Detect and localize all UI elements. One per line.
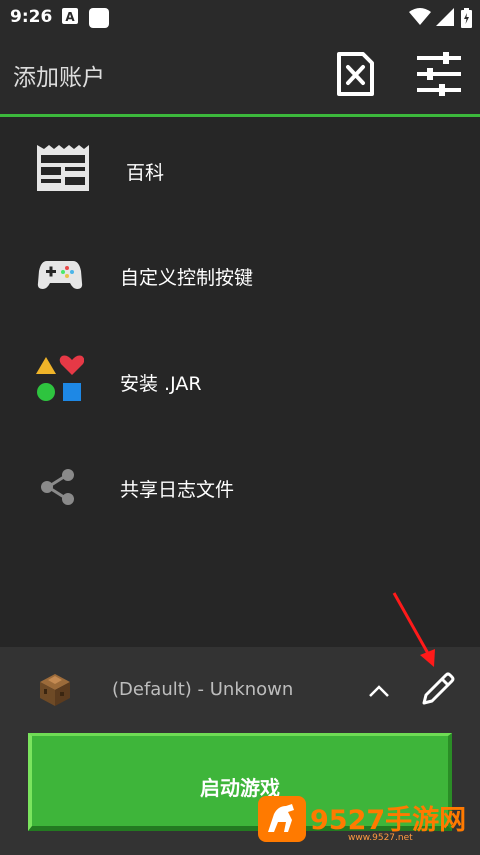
delete-file-icon[interactable] (335, 51, 375, 97)
app-bar: 添加账户 (0, 34, 480, 117)
annotation-arrow-icon (392, 592, 435, 667)
menu-item-label: 百科 (126, 162, 165, 184)
battery-icon (461, 8, 472, 28)
crafting-table-icon (40, 674, 70, 706)
launch-game-label: 启动游戏 (200, 776, 280, 800)
svg-text:A: A (65, 10, 75, 24)
signal-icon (436, 8, 454, 26)
menu-item-label: 安装 .JAR (120, 373, 202, 395)
keyboard-notification-icon: A (62, 8, 78, 24)
edit-pencil-icon[interactable] (420, 671, 456, 707)
menu-item-custom-controls[interactable]: 自定义控制按键 (0, 223, 480, 323)
share-icon (41, 469, 74, 505)
watermark-subtext: www.9527.net (348, 833, 413, 843)
menu-item-label: 共享日志文件 (120, 479, 235, 501)
shapes-icon (36, 355, 84, 401)
app-notification-icon (89, 8, 109, 28)
menu-item-wiki[interactable]: 百科 (0, 117, 480, 217)
menu-item-install-jar[interactable]: 安装 .JAR (0, 329, 480, 429)
gamepad-icon (37, 261, 83, 289)
menu-item-share-logs[interactable]: 共享日志文件 (0, 435, 480, 535)
version-label: (Default) - Unknown (112, 679, 294, 700)
chevron-up-icon[interactable] (368, 684, 390, 698)
status-bar: 9:26 A (0, 0, 480, 34)
add-account-title[interactable]: 添加账户 (13, 58, 105, 92)
wifi-icon (409, 8, 431, 25)
settings-sliders-icon[interactable] (415, 52, 463, 96)
menu-item-label: 自定义控制按键 (120, 267, 254, 289)
watermark-text: 9527手游网 (310, 805, 467, 836)
status-time: 9:26 (10, 7, 53, 27)
wiki-icon (37, 145, 89, 191)
watermark-logo-icon (258, 796, 306, 842)
